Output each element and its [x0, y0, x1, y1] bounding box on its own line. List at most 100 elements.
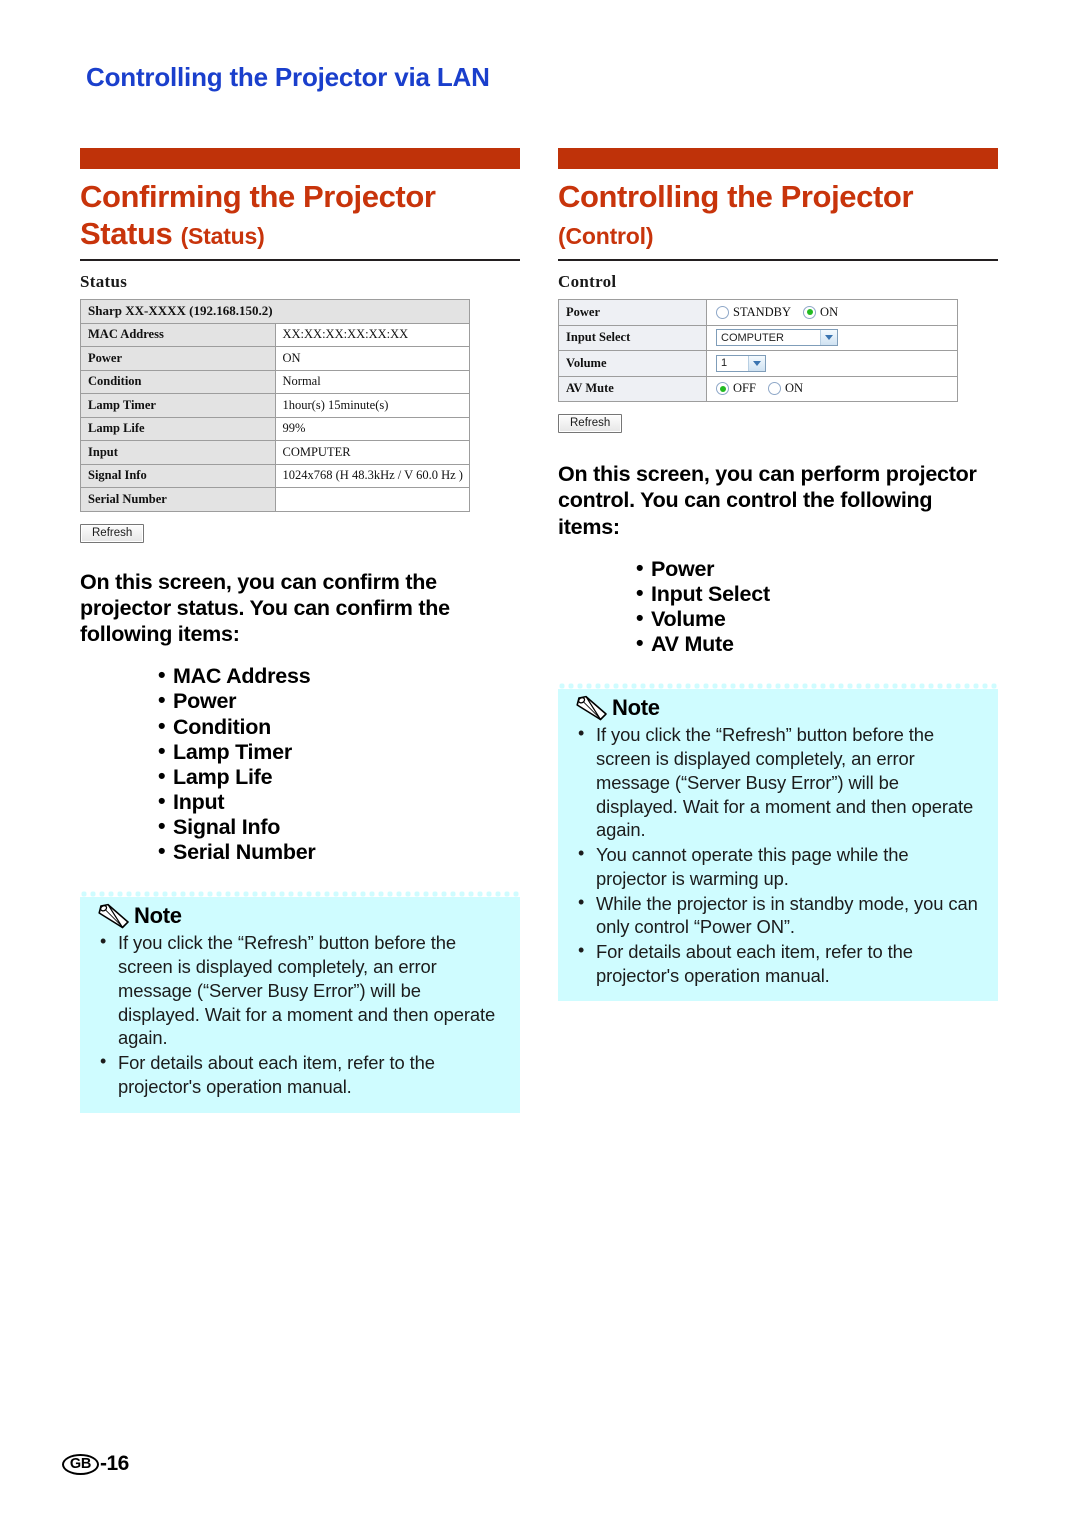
note-heading-right: Note	[612, 695, 660, 721]
status-label-mac-address: MAC Address	[80, 322, 276, 348]
status-device-header: Sharp XX-XXXX (192.168.150.2)	[80, 299, 470, 324]
note-box-right: Note If you click the “Refresh” button b…	[558, 683, 998, 1002]
list-item: For details about each item, refer to th…	[97, 1050, 506, 1098]
pencil-icon	[576, 696, 607, 721]
control-value-volume: 1	[706, 350, 958, 377]
page-footer: GB -16	[62, 1452, 129, 1476]
table-row: Input COMPUTER	[80, 440, 470, 465]
status-refresh-button[interactable]: Refresh	[80, 523, 145, 543]
control-value-power: STANDBY ON	[706, 299, 958, 326]
table-row: Lamp Timer 1hour(s) 15minute(s)	[80, 393, 470, 418]
section-title-right-main: Controlling the Projector	[558, 179, 914, 214]
list-item: Lamp Timer	[158, 739, 520, 765]
list-item: Serial Number	[158, 839, 520, 865]
section-title-right: Controlling the Projector (Control)	[558, 179, 998, 252]
status-value-serial-number	[274, 487, 470, 512]
control-label-av-mute: AV Mute	[558, 375, 707, 403]
status-value-lamp-timer: 1hour(s) 15minute(s)	[274, 393, 470, 418]
table-row: Input Select COMPUTER	[558, 324, 958, 352]
list-item: Power	[158, 688, 520, 714]
status-label-lamp-timer: Lamp Timer	[80, 393, 276, 418]
page-number: -16	[100, 1452, 129, 1475]
note-bullet-list-left: If you click the “Refresh” button before…	[97, 930, 506, 1098]
list-item: Power	[636, 556, 998, 582]
volume-select-dropdown[interactable]: 1	[716, 354, 766, 372]
status-item-list: MAC Address Power Condition Lamp Timer L…	[80, 663, 520, 865]
note-box-left: Note If you click the “Refresh” button b…	[80, 891, 520, 1113]
radio-av-mute-on[interactable]	[767, 382, 781, 396]
control-label-input-select: Input Select	[558, 324, 707, 352]
status-value-condition: Normal	[274, 369, 470, 395]
status-table-body: Sharp XX-XXXX (192.168.150.2) MAC Addres…	[80, 299, 470, 512]
radio-av-mute-off[interactable]	[716, 382, 729, 396]
note-bullet-list-right: If you click the “Refresh” button before…	[575, 722, 984, 987]
table-row: Lamp Life 99%	[80, 416, 470, 442]
region-code-badge: GB	[62, 1453, 99, 1475]
list-item: If you click the “Refresh” button before…	[575, 722, 984, 842]
section-title-right-sub: (Control)	[558, 222, 654, 249]
control-value-input-select: COMPUTER	[706, 324, 958, 352]
table-row: AV Mute OFF ON	[558, 375, 958, 403]
list-item: AV Mute	[636, 631, 998, 657]
power-radio-group[interactable]: STANDBY ON	[716, 305, 950, 320]
radio-standby[interactable]	[716, 305, 729, 319]
control-table-body: Power STANDBY ON Input Select COMPUTER V…	[558, 299, 958, 403]
control-label-power: Power	[558, 299, 707, 326]
right-column: Controlling the Projector (Control) Cont…	[558, 148, 998, 1002]
table-row: MAC Address XX:XX:XX:XX:XX:XX	[80, 322, 470, 348]
list-item: Lamp Life	[158, 764, 520, 790]
radio-av-mute-on-label: ON	[784, 381, 803, 396]
list-item: You cannot operate this page while the p…	[575, 842, 984, 890]
av-mute-radio-group[interactable]: OFF ON	[716, 381, 950, 396]
status-table-device-row: Sharp XX-XXXX (192.168.150.2)	[80, 299, 470, 324]
list-item: Input Select	[636, 581, 998, 607]
chevron-down-icon[interactable]	[748, 355, 765, 371]
note-dotted-edge	[80, 891, 520, 898]
chevron-down-icon[interactable]	[820, 330, 837, 346]
radio-power-on[interactable]	[803, 305, 817, 319]
status-value-signal-info: 1024x768 (H 48.3kHz / V 60.0 Hz )	[274, 463, 470, 489]
control-lead-paragraph: On this screen, you can perform projecto…	[558, 462, 977, 539]
input-select-dropdown[interactable]: COMPUTER	[716, 329, 838, 347]
table-row: Condition Normal	[80, 369, 470, 395]
radio-av-mute-off-label: OFF	[733, 381, 756, 396]
volume-select-value: 1	[721, 357, 728, 370]
table-row: Volume 1	[558, 350, 958, 377]
input-select-value: COMPUTER	[721, 331, 784, 344]
status-table: Sharp XX-XXXX (192.168.150.2) MAC Addres…	[80, 299, 470, 512]
status-label-condition: Condition	[80, 369, 276, 395]
list-item: Signal Info	[158, 814, 520, 840]
left-column: Confirming the Projector Status (Status)…	[80, 148, 520, 1113]
section-divider-right	[558, 259, 998, 262]
section-title-left-sub: (Status)	[180, 222, 265, 249]
control-table: Power STANDBY ON Input Select COMPUTER V…	[558, 299, 958, 403]
status-label-lamp-life: Lamp Life	[80, 416, 276, 442]
list-item: Input	[158, 789, 520, 815]
status-value-lamp-life: 99%	[274, 416, 470, 442]
status-label-input: Input	[80, 440, 276, 465]
table-row: Serial Number	[80, 487, 470, 512]
status-lead-paragraph: On this screen, you can confirm the proj…	[80, 569, 450, 647]
list-item: While the projector is in standby mode, …	[575, 891, 984, 939]
note-heading-left: Note	[134, 903, 182, 929]
running-head: Controlling the Projector via LAN	[86, 62, 490, 92]
section-title-left: Confirming the Projector Status (Status)	[80, 179, 520, 252]
radio-power-on-label: ON	[820, 304, 839, 319]
control-panel-caption: Control	[558, 272, 617, 292]
table-row: Power ON	[80, 346, 470, 371]
control-value-av-mute: OFF ON	[706, 375, 958, 403]
list-item: MAC Address	[158, 663, 520, 689]
section-accent-bar-right	[558, 148, 998, 169]
list-item: For details about each item, refer to th…	[575, 939, 984, 987]
note-dotted-edge	[558, 683, 998, 690]
note-header-left: Note	[97, 903, 506, 929]
status-panel-caption: Status	[80, 272, 128, 292]
list-item: Condition	[158, 714, 520, 740]
control-refresh-button[interactable]: Refresh	[558, 414, 623, 434]
status-value-mac-address: XX:XX:XX:XX:XX:XX	[274, 322, 470, 348]
status-value-input: COMPUTER	[274, 440, 470, 465]
radio-standby-label: STANDBY	[733, 304, 792, 319]
list-item: Volume	[636, 606, 998, 632]
control-label-volume: Volume	[558, 350, 707, 377]
note-header-right: Note	[575, 695, 984, 721]
